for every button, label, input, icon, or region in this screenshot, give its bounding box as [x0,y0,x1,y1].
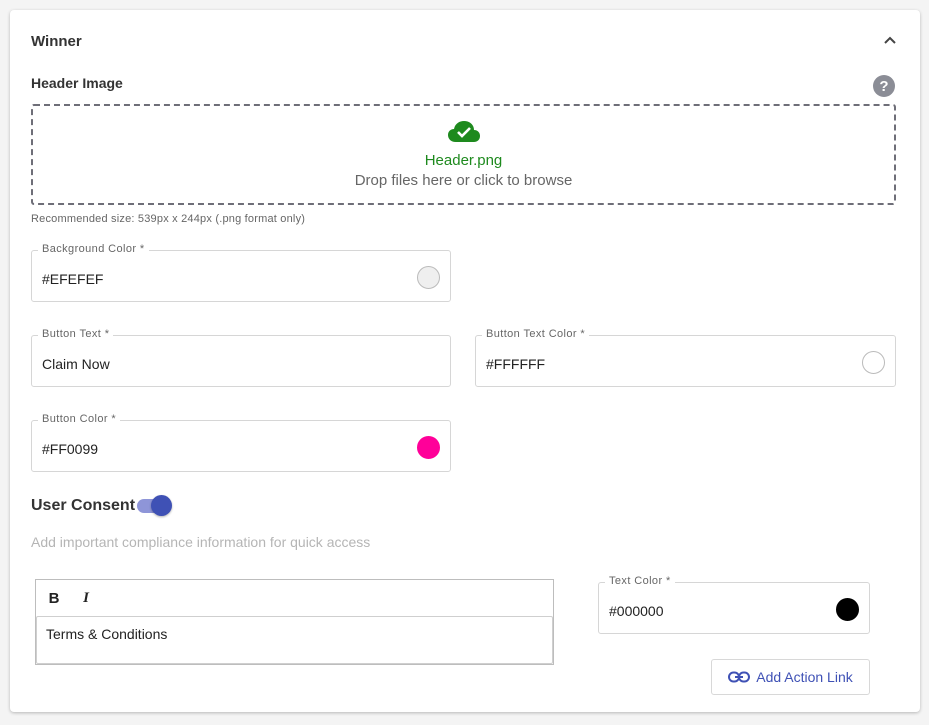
dropzone-hint: Drop files here or click to browse [354,172,573,189]
button-color-field[interactable]: Button Color * #FF0099 [31,413,451,472]
link-icon [728,671,751,683]
background-color-field[interactable]: Background Color * #EFEFEF [31,243,451,302]
button-color-label: Button Color * [38,413,121,425]
button-text-label: Button Text * [38,328,114,340]
text-color-label: Text Color * [605,575,675,587]
text-color-swatch[interactable] [836,598,859,621]
italic-button[interactable]: I [77,588,95,608]
uploaded-file-name: Header.png [424,152,503,169]
cloud-check-icon [447,121,480,142]
section-title: Winner [31,33,82,50]
add-action-link-button[interactable]: Add Action Link [711,659,870,695]
editor-content[interactable]: Terms & Conditions [36,616,553,664]
header-image-dropzone[interactable]: Header.png Drop files here or click to b… [31,104,896,205]
button-text-color-field[interactable]: Button Text Color * #FFFFFF [475,328,896,387]
collapse-button[interactable] [878,30,902,50]
button-text-value: Claim Now [42,356,110,372]
header-image-label: Header Image [31,75,123,91]
button-color-swatch[interactable] [417,436,440,459]
toggle-thumb [151,495,172,516]
button-text-field[interactable]: Button Text * Claim Now [31,328,451,387]
button-text-color-value: #FFFFFF [486,356,546,372]
background-color-value: #EFEFEF [42,271,104,287]
user-consent-label: User Consent [31,497,136,514]
help-icon[interactable]: ? [873,75,895,97]
bold-button[interactable]: B [45,588,63,608]
user-consent-toggle[interactable] [135,494,173,516]
button-color-value: #FF0099 [42,441,99,457]
text-color-value: #000000 [609,603,664,619]
background-color-label: Background Color * [38,243,149,255]
editor-toolbar: B I [36,580,553,616]
recommended-size-text: Recommended size: 539px x 244px (.png fo… [31,213,306,225]
add-action-link-label: Add Action Link [756,669,853,685]
button-text-color-swatch[interactable] [862,351,885,374]
user-consent-description: Add important compliance information for… [31,534,371,550]
chevron-up-icon [884,36,896,44]
text-color-field[interactable]: Text Color * #000000 [598,575,870,634]
consent-rich-text-editor: B I Terms & Conditions [35,579,554,665]
button-text-color-label: Button Text Color * [482,328,590,340]
background-color-swatch[interactable] [417,266,440,289]
winner-card: Winner Header Image ? Header.png Drop fi… [10,10,920,712]
